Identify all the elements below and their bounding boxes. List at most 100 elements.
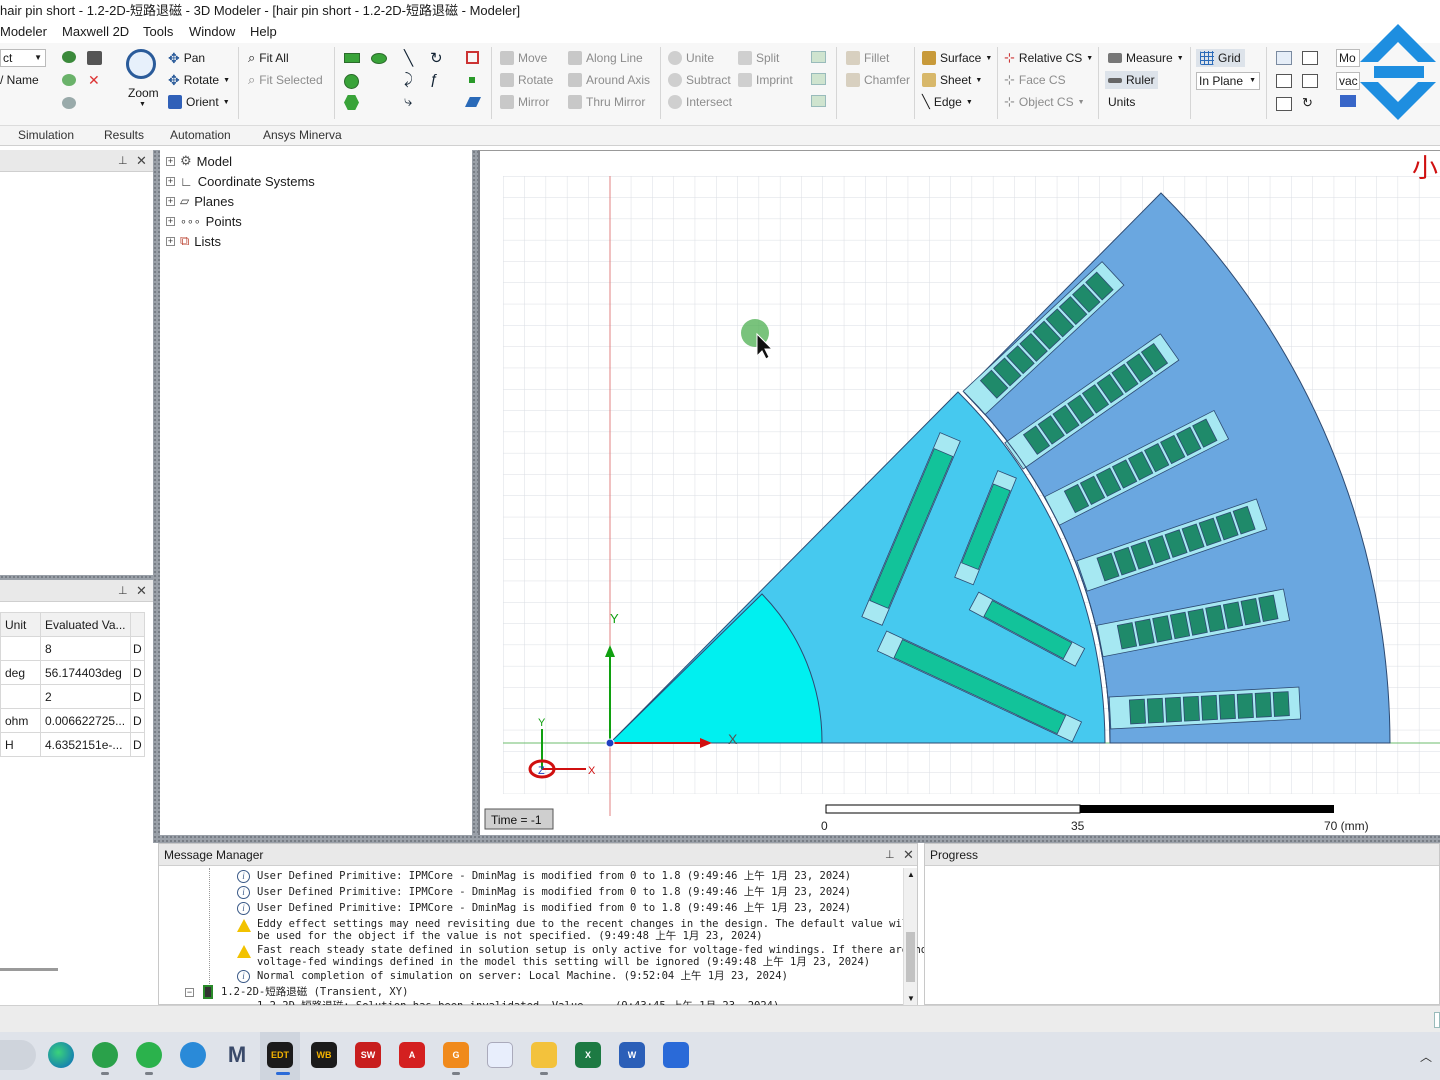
pan-button[interactable]: ✥ Pan bbox=[168, 49, 205, 67]
imprint-button[interactable]: Imprint bbox=[738, 71, 793, 89]
word-icon[interactable]: W bbox=[619, 1042, 645, 1068]
snap-quadrant-icon[interactable]: ↻ bbox=[1302, 95, 1313, 111]
tab-results[interactable]: Results bbox=[104, 128, 144, 142]
vertical-scrollbar[interactable]: ▲ ▼ bbox=[903, 868, 917, 1005]
object-select-dropdown[interactable]: ct ▼ bbox=[0, 49, 46, 67]
material-color-icon[interactable] bbox=[1340, 95, 1356, 107]
close-icon[interactable]: ✕ bbox=[136, 580, 147, 602]
snap-face-icon[interactable] bbox=[1302, 74, 1318, 88]
menu-tools[interactable]: Tools bbox=[143, 24, 173, 39]
snap-edge-icon[interactable] bbox=[1276, 74, 1292, 88]
connect-icon[interactable] bbox=[811, 95, 826, 107]
object-cs-button[interactable]: ⊹ Object CS ▼ bbox=[1004, 93, 1085, 111]
edge-icon[interactable] bbox=[48, 1042, 74, 1068]
message-line[interactable]: Normal completion of simulation on serve… bbox=[257, 970, 788, 982]
chamfer-button[interactable]: Chamfer bbox=[846, 71, 910, 89]
plane-icon[interactable] bbox=[465, 97, 481, 107]
pdf-editor-icon[interactable]: G bbox=[443, 1042, 469, 1068]
workbench-icon[interactable]: WB bbox=[311, 1042, 337, 1068]
draw-circle-icon[interactable] bbox=[344, 74, 359, 89]
face-cs-button[interactable]: ⊹ Face CS bbox=[1004, 71, 1066, 89]
fillet-button[interactable]: Fillet bbox=[846, 49, 889, 67]
globe-icon[interactable] bbox=[180, 1042, 206, 1068]
grid-button[interactable]: Grid bbox=[1196, 49, 1245, 67]
split-button[interactable]: Split bbox=[738, 49, 779, 67]
tree-item-lists[interactable]: + ⧉ Lists bbox=[166, 232, 221, 250]
expand-icon[interactable]: + bbox=[166, 176, 175, 186]
tab-simulation[interactable]: Simulation bbox=[18, 128, 74, 142]
message-line[interactable]: User Defined Primitive: IPMCore - DminMa… bbox=[257, 902, 851, 914]
acrobat-icon[interactable]: A bbox=[399, 1042, 425, 1068]
snap-vertex-icon[interactable] bbox=[1302, 51, 1318, 65]
m-app-icon[interactable]: M bbox=[224, 1042, 250, 1068]
pin-icon[interactable]: ⊥ bbox=[118, 150, 128, 172]
draw-line-icon[interactable]: ╲ bbox=[404, 49, 413, 67]
modeler-viewport[interactable]: X Y X Y Z 0 35 70 (mm) Time = -1 小 bbox=[478, 150, 1440, 835]
zoom-dropdown-icon[interactable]: ▼ bbox=[139, 101, 146, 108]
table-row[interactable]: deg 56.174403deg D bbox=[0, 660, 145, 685]
edge-button[interactable]: ╲ Edge ▼ bbox=[922, 93, 973, 111]
fit-selected-button[interactable]: ⌕ Fit Selected bbox=[248, 71, 323, 89]
tab-automation[interactable]: Automation bbox=[170, 128, 231, 142]
show-all-icon[interactable] bbox=[62, 74, 76, 86]
sweep-icon[interactable] bbox=[811, 51, 826, 63]
zoom-icon[interactable] bbox=[126, 49, 156, 79]
model-drawing[interactable]: X Y X Y Z 0 35 70 (mm) Time = -1 小 bbox=[480, 151, 1440, 835]
view-options-icon[interactable] bbox=[87, 51, 102, 65]
grid-plane-dropdown[interactable]: In Plane ▼ bbox=[1196, 72, 1260, 90]
tree-item-model[interactable]: + ⚙ Model bbox=[166, 152, 232, 170]
rotate-op-button[interactable]: Rotate bbox=[500, 71, 553, 89]
wechat-icon[interactable] bbox=[136, 1042, 162, 1068]
measure-button[interactable]: Measure ▼ bbox=[1108, 49, 1184, 67]
vertical-splitter-left[interactable] bbox=[153, 150, 160, 835]
mirror-button[interactable]: Mirror bbox=[500, 93, 549, 111]
expand-icon[interactable]: + bbox=[166, 196, 175, 206]
snap-grid-icon[interactable] bbox=[1276, 51, 1292, 65]
tab-ansys-minerva[interactable]: Ansys Minerva bbox=[263, 128, 342, 142]
expand-icon[interactable]: + bbox=[166, 216, 175, 226]
rotate-button[interactable]: ✥ Rotate ▼ bbox=[168, 71, 230, 89]
pin-icon[interactable]: ⊥ bbox=[118, 580, 128, 602]
horizontal-scrollbar[interactable] bbox=[0, 968, 58, 971]
thru-mirror-button[interactable]: Thru Mirror bbox=[568, 93, 645, 111]
surface-button[interactable]: Surface ▼ bbox=[922, 49, 992, 67]
ruler-button[interactable]: Ruler bbox=[1105, 71, 1158, 89]
draw-spline-icon[interactable]: ⤸ bbox=[404, 71, 413, 88]
fit-all-button[interactable]: ⌕ Fit All bbox=[248, 49, 289, 67]
zoom-button[interactable]: Zoom bbox=[128, 86, 159, 100]
message-line[interactable]: User Defined Primitive: IPMCore - DminMa… bbox=[257, 870, 851, 882]
chevron-up-icon[interactable]: ︿ bbox=[1420, 1048, 1432, 1065]
move-button[interactable]: Move bbox=[500, 49, 547, 67]
sheet-button[interactable]: Sheet ▼ bbox=[922, 71, 982, 89]
file-explorer-icon[interactable] bbox=[531, 1042, 557, 1068]
message-group[interactable]: 1.2-2D-短路退磁 (Transient, XY) bbox=[221, 986, 408, 998]
subtract-button[interactable]: Subtract bbox=[668, 71, 731, 89]
menu-help[interactable]: Help bbox=[250, 24, 277, 39]
collapse-icon[interactable]: − bbox=[185, 988, 194, 997]
around-axis-button[interactable]: Around Axis bbox=[568, 71, 650, 89]
pin-icon[interactable]: ⊥ bbox=[885, 844, 895, 866]
hide-icon[interactable] bbox=[62, 97, 76, 109]
message-line[interactable]: Fast reach steady state defined in solut… bbox=[257, 944, 927, 956]
draw-arc-icon[interactable]: ↻ bbox=[430, 49, 443, 67]
orient-button[interactable]: Orient ▼ bbox=[168, 93, 230, 111]
excel-icon[interactable]: X bbox=[575, 1042, 601, 1068]
expand-icon[interactable]: + bbox=[166, 156, 175, 166]
hide-selected-icon[interactable]: ✕ bbox=[88, 73, 101, 87]
horizontal-splitter-bottom[interactable] bbox=[153, 835, 1440, 843]
tree-item-points[interactable]: + ∘∘∘ Points bbox=[166, 212, 242, 230]
table-row[interactable]: 2D bbox=[0, 684, 145, 709]
along-line-button[interactable]: Along Line bbox=[568, 49, 643, 67]
expand-icon[interactable]: + bbox=[166, 236, 175, 246]
box-icon[interactable] bbox=[466, 51, 479, 64]
point-icon[interactable] bbox=[469, 77, 475, 83]
draw-equation-icon[interactable]: ƒ bbox=[430, 71, 438, 88]
draw-rectangle-icon[interactable] bbox=[344, 53, 360, 63]
tree-item-planes[interactable]: + ▱ Planes bbox=[166, 192, 234, 210]
draw-curve-icon[interactable]: ⤷ bbox=[404, 93, 412, 110]
column-header-extra[interactable] bbox=[130, 612, 145, 637]
edt-icon[interactable]: EDT bbox=[267, 1042, 293, 1068]
relative-cs-button[interactable]: ⊹ Relative CS ▼ bbox=[1004, 49, 1093, 67]
snap-center-icon[interactable] bbox=[1276, 97, 1292, 111]
paint-icon[interactable] bbox=[487, 1042, 513, 1068]
